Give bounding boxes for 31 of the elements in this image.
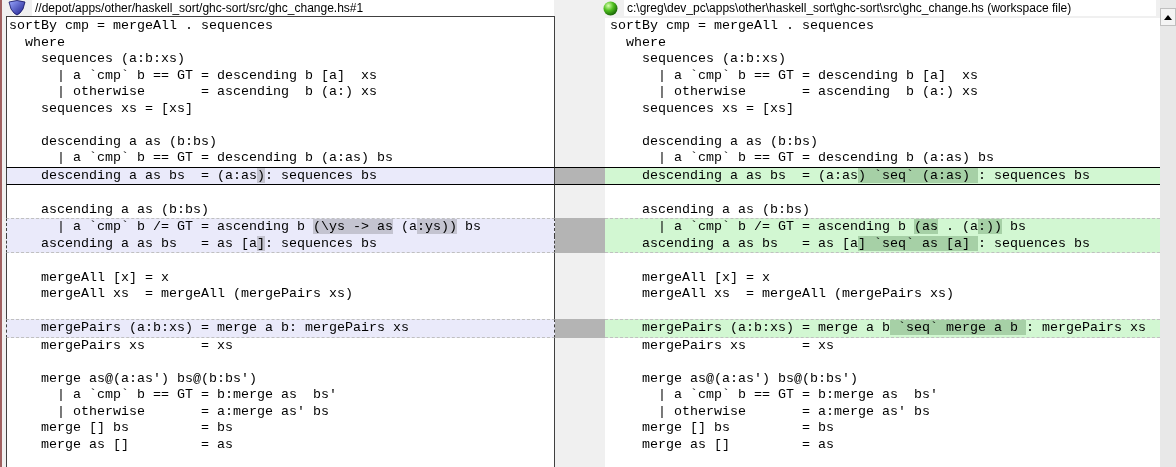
code-text: : sequences bs (977, 235, 1090, 251)
code-text: bs (1008, 219, 1026, 234)
scroll-up-button[interactable] (1160, 8, 1176, 26)
file-path: c:\greg\dev_pc\apps\other\haskell_sort\ghc-sort\src\ghc_change.hs (workspace file) (624, 0, 1156, 16)
code-text: | a `cmp` b /= GT = ascending b (657, 219, 907, 234)
code-text: ascending a as bs = as [a (641, 235, 858, 251)
code-text: : sequences bs (977, 167, 1090, 183)
code-text: descending a as bs = (a:as (641, 167, 858, 183)
code-text: ) (256, 167, 265, 183)
code-text: `seq` merge a b (889, 320, 1026, 335)
code-text: ascending a as bs = as [a (40, 235, 257, 251)
code-text: descending a as bs = (a:as (40, 167, 257, 183)
code-text: mergePairs (a:b:xs) = merge a b: mergePairs xs (40, 320, 409, 335)
code-text: (as (913, 219, 938, 234)
code-text: . (a (944, 219, 978, 234)
code-text: :ys)) (416, 219, 457, 234)
status-icon (603, 0, 618, 16)
code-text: | a `cmp` b /= GT = ascending b (56, 219, 306, 234)
code-text: mergePairs (a:b:xs) = merge a b (641, 320, 890, 335)
shield-icon (8, 0, 26, 16)
code-text: :)) (977, 219, 1002, 234)
code-text: : sequences bs (264, 167, 377, 183)
code-text: : sequences bs (264, 235, 377, 251)
code-text: : mergePairs xs (1025, 320, 1146, 335)
code-text: (a (399, 219, 417, 234)
code-text: (\ys -> as (312, 219, 393, 234)
code-text: ) `seq` (a:as) (857, 167, 978, 183)
file-path: //depot/apps/other/haskell_sort/ghc-sort/src/ghc_change.hs#1 (32, 0, 554, 16)
code-text: bs (463, 219, 481, 234)
code-text: ] (256, 235, 265, 251)
arrow-up-icon (1164, 14, 1172, 20)
